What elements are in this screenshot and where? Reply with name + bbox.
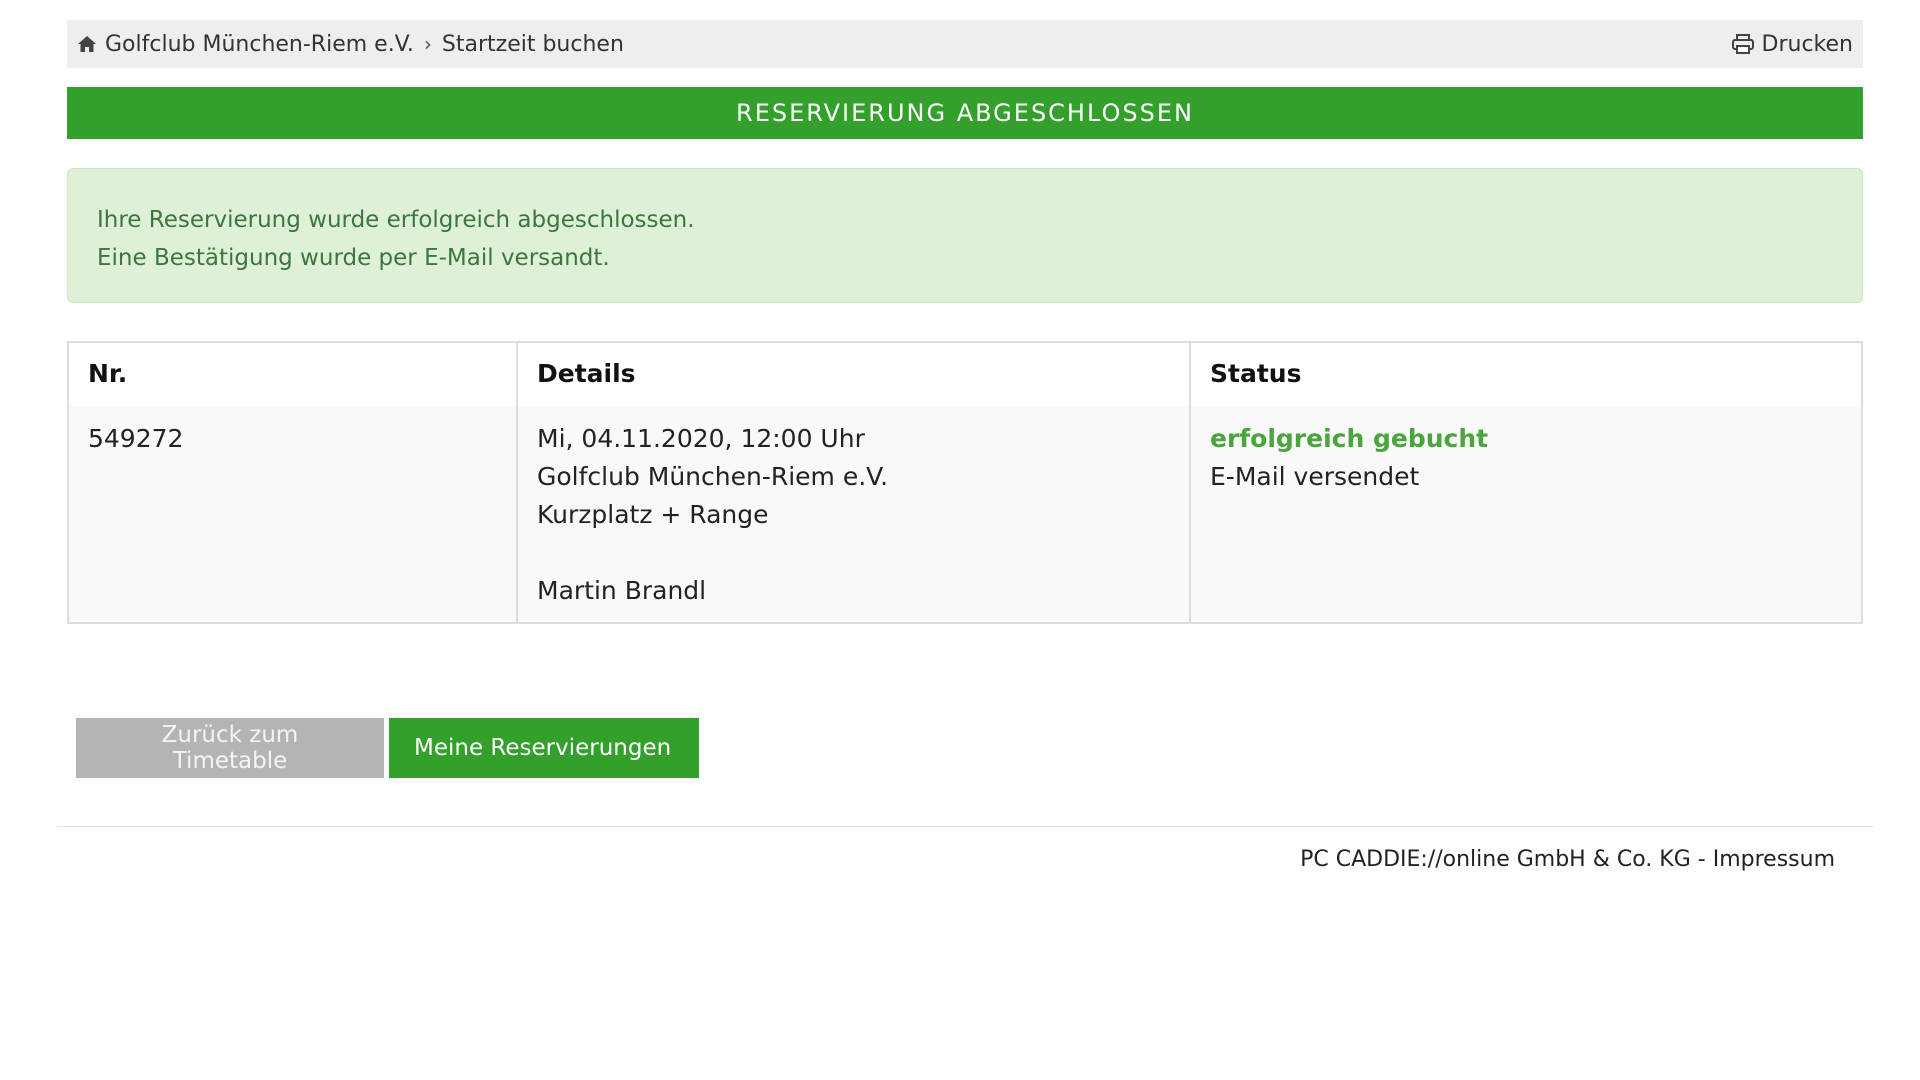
home-icon[interactable] — [77, 35, 97, 53]
column-header-details: Details — [516, 342, 1190, 406]
status-booked: erfolgreich gebucht — [1210, 424, 1489, 453]
page-title: Reservierung abgeschlossen — [67, 87, 1863, 139]
print-icon — [1731, 34, 1754, 54]
reservation-table: Nr. Details Status 549272 Mi, 04.11.2020… — [67, 341, 1863, 624]
table-row: 549272 Mi, 04.11.2020, 12:00 Uhr Golfclu… — [67, 406, 1862, 623]
page: Golfclub München-Riem e.V. › Startzeit b… — [0, 0, 1920, 1080]
success-alert: Ihre Reservierung wurde erfolgreich abge… — [67, 168, 1863, 303]
reservation-number: 549272 — [67, 406, 517, 623]
alert-line-2: Eine Bestätigung wurde per E-Mail versan… — [97, 245, 610, 271]
details-course: Kurzplatz + Range — [537, 500, 769, 529]
details-club: Golfclub München-Riem e.V. — [537, 462, 889, 491]
footer: PC CADDIE://online GmbH & Co. KG - Impre… — [1300, 847, 1835, 872]
footer-separator: - — [1697, 847, 1706, 872]
print-label: Drucken — [1761, 31, 1853, 57]
my-reservations-button[interactable]: Meine Reservierungen — [389, 718, 699, 778]
breadcrumb-current: Startzeit buchen — [441, 31, 624, 57]
back-to-timetable-button[interactable]: Zurück zum Timetable — [76, 718, 384, 778]
alert-line-1: Ihre Reservierung wurde erfolgreich abge… — [97, 207, 695, 233]
footer-company: PC CADDIE://online GmbH & Co. KG — [1300, 847, 1691, 872]
details-spacer — [537, 534, 1170, 572]
chevron-right-icon: › — [423, 32, 432, 56]
column-header-nr: Nr. — [67, 342, 517, 406]
details-datetime: Mi, 04.11.2020, 12:00 Uhr — [537, 424, 865, 453]
breadcrumb-trail: Golfclub München-Riem e.V. › Startzeit b… — [77, 32, 624, 57]
column-header-status: Status — [1189, 342, 1862, 406]
impressum-link[interactable]: Impressum — [1713, 847, 1835, 872]
breadcrumb: Golfclub München-Riem e.V. › Startzeit b… — [67, 20, 1863, 68]
print-button[interactable]: Drucken — [1731, 31, 1853, 57]
reservation-details: Mi, 04.11.2020, 12:00 Uhr Golfclub Münch… — [516, 406, 1190, 623]
details-player: Martin Brandl — [537, 576, 707, 605]
reservation-status: erfolgreich gebucht E-Mail versendet — [1189, 406, 1862, 623]
breadcrumb-club-link[interactable]: Golfclub München-Riem e.V. — [105, 32, 414, 57]
status-mail: E-Mail versendet — [1210, 462, 1420, 491]
table-header-row: Nr. Details Status — [67, 342, 1862, 406]
footer-divider — [57, 826, 1873, 827]
